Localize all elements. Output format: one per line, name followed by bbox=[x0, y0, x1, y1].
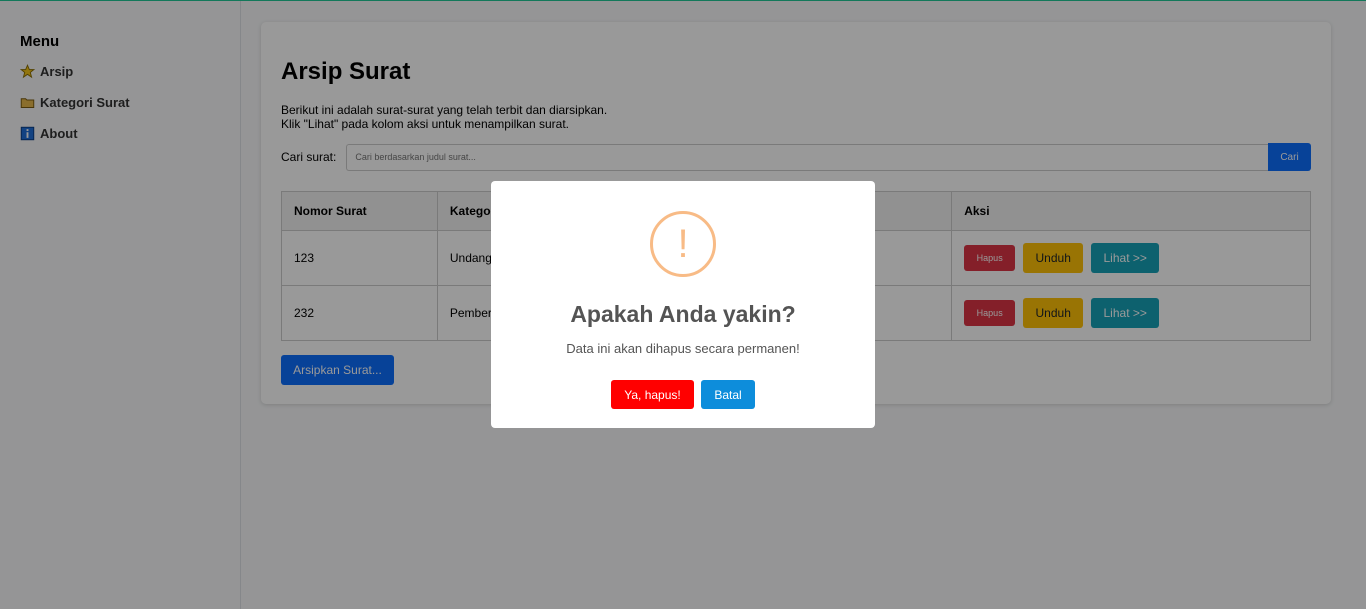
dialog-title: Apakah Anda yakin? bbox=[570, 301, 796, 327]
confirm-dialog: ! Apakah Anda yakin? Data ini akan dihap… bbox=[491, 181, 875, 428]
confirm-delete-button[interactable]: Ya, hapus! bbox=[611, 380, 694, 409]
dialog-message: Data ini akan dihapus secara permanen! bbox=[566, 341, 800, 356]
warning-icon: ! bbox=[650, 211, 716, 277]
cancel-button[interactable]: Batal bbox=[701, 380, 755, 409]
dialog-actions: Ya, hapus! Batal bbox=[491, 380, 875, 409]
